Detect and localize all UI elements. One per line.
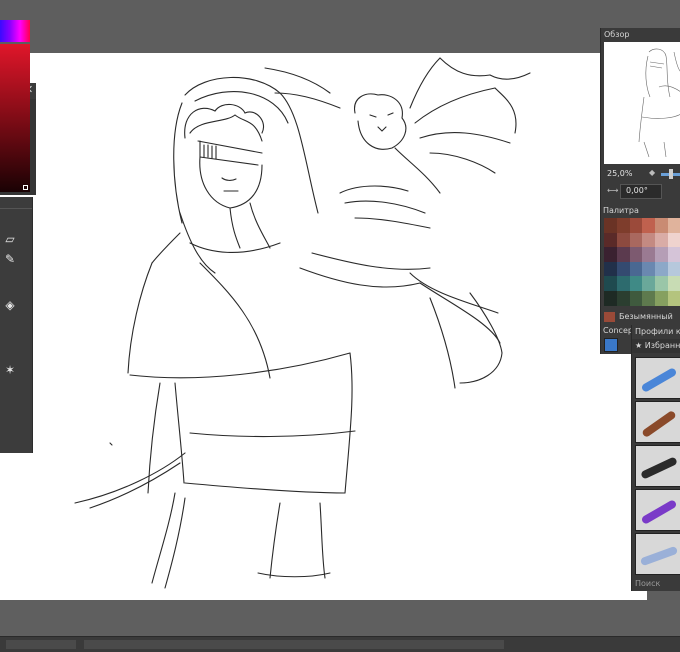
overview-thumbnail[interactable]	[604, 42, 680, 164]
rotation-control: ⟷ 0,00°	[603, 184, 680, 199]
palette-swatch[interactable]	[655, 218, 668, 233]
brush-preset-4[interactable]	[635, 489, 680, 531]
palette-title: Палитра	[603, 206, 639, 215]
palette-swatch[interactable]	[616, 261, 630, 277]
palette-swatch[interactable]	[655, 290, 668, 306]
palette-swatch[interactable]	[667, 218, 680, 233]
overview-title: Обзор	[604, 30, 630, 39]
status-bar	[0, 636, 680, 652]
palette-swatch[interactable]	[629, 261, 643, 277]
palette-swatch[interactable]	[655, 247, 668, 262]
palette-swatch[interactable]	[642, 276, 656, 291]
palette-swatch[interactable]	[604, 218, 617, 233]
brush-presets-docker: Профили ки ★ Избранн Поиск	[631, 325, 680, 591]
brush-preview-stroke	[641, 409, 677, 439]
workspace-margin	[0, 600, 680, 636]
palette-swatch[interactable]	[629, 276, 643, 291]
overview-preview	[638, 48, 680, 158]
palette-swatch[interactable]	[629, 247, 643, 262]
palette-swatch[interactable]	[667, 276, 680, 291]
palette-swatch[interactable]	[667, 261, 680, 277]
brush-search-input[interactable]: Поиск	[635, 579, 660, 588]
palette-swatches	[604, 218, 680, 306]
magic-wand-icon[interactable]: ✶	[1, 362, 19, 378]
palette-grid-icon[interactable]	[604, 338, 618, 352]
palette-swatch[interactable]	[642, 247, 656, 262]
palette-swatch[interactable]	[604, 247, 617, 262]
sketch-drawing	[74, 57, 531, 589]
palette-swatch[interactable]	[604, 276, 617, 291]
brush-preview-stroke	[640, 456, 678, 480]
palette-swatch[interactable]	[629, 290, 643, 306]
palette-swatch[interactable]	[604, 261, 617, 277]
right-docker: Обзор 25,0% ◆ ⟷ 0,00° Палитра Безымянный	[600, 28, 680, 354]
palette-swatch[interactable]	[667, 290, 680, 306]
palette-swatch[interactable]	[642, 261, 656, 277]
palette-swatch[interactable]	[642, 218, 656, 233]
palette-swatch[interactable]	[655, 261, 668, 277]
drawing-canvas[interactable]	[0, 53, 647, 600]
divider	[0, 208, 32, 209]
palette-swatch[interactable]	[616, 247, 630, 262]
palette-swatch[interactable]	[616, 218, 630, 233]
palette-swatch[interactable]	[616, 276, 630, 291]
palette-swatch[interactable]	[667, 247, 680, 262]
palette-swatch[interactable]	[616, 232, 630, 248]
saturation-value-square[interactable]	[0, 44, 30, 192]
brush-preset-2[interactable]	[635, 401, 680, 443]
brush-preview-stroke	[640, 367, 678, 393]
brush-preview-stroke	[640, 499, 678, 525]
status-segment	[6, 640, 76, 649]
brush-presets-title: Профили ки	[635, 327, 680, 336]
status-segment	[84, 640, 504, 649]
palette-swatch[interactable]	[604, 232, 617, 248]
rotation-icon: ⟷	[607, 186, 619, 195]
fill-bucket-icon[interactable]: ◈	[1, 297, 19, 313]
rotation-value: 0,00°	[626, 186, 648, 195]
favorites-tab-label: ★ Избранн	[635, 341, 680, 350]
palette-swatch[interactable]	[667, 232, 680, 248]
zoom-dropdown-icon[interactable]: ◆	[649, 168, 655, 177]
brush-preset-5[interactable]	[635, 533, 680, 575]
palette-swatch[interactable]	[642, 232, 656, 248]
zoom-value[interactable]: 25,0%	[607, 169, 632, 178]
palette-swatch[interactable]	[629, 232, 643, 248]
brush-tool-icon[interactable]: ✎	[1, 251, 19, 267]
palette-swatch[interactable]	[616, 290, 630, 306]
palette-name: Безымянный	[619, 312, 673, 321]
zoom-slider-handle[interactable]	[669, 169, 673, 179]
palette-swatch[interactable]	[629, 218, 643, 233]
palette-swatch[interactable]	[642, 290, 656, 306]
palette-swatch[interactable]	[655, 276, 668, 291]
brush-preset-3[interactable]	[635, 445, 680, 487]
favorites-tab[interactable]: ★ Избранн	[632, 339, 680, 353]
zoom-control[interactable]: 25,0% ◆	[603, 168, 680, 180]
palette-swatch[interactable]	[655, 232, 668, 248]
brush-preset-1[interactable]	[635, 357, 680, 399]
toolbox: ▱ ✎ ◈ ✶	[0, 197, 33, 453]
hue-slider[interactable]	[0, 20, 30, 42]
palette-name-row[interactable]: Безымянный	[604, 311, 680, 323]
brush-preview-stroke	[639, 545, 679, 567]
freehand-selection-icon[interactable]: ▱	[1, 231, 19, 247]
palette-swatch[interactable]	[604, 290, 617, 306]
current-color-chip	[604, 312, 615, 322]
